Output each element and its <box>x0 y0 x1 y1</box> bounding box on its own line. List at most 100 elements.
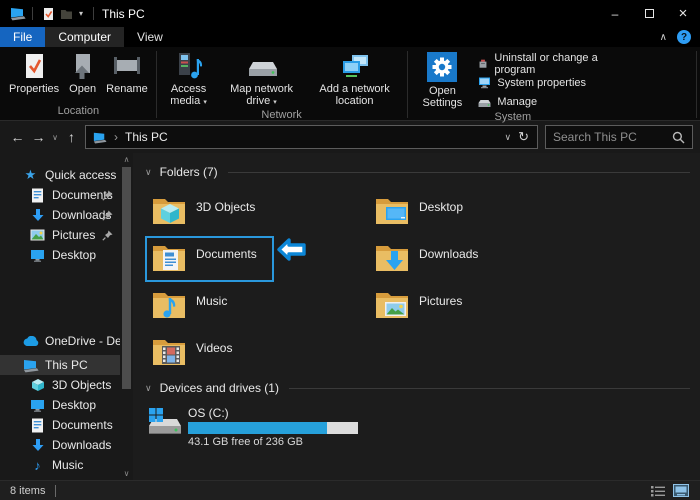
sidebar-item-desktop-2[interactable]: Desktop <box>0 395 133 415</box>
folder-tile-pictures[interactable]: Pictures <box>368 283 497 329</box>
close-button[interactable]: × <box>666 0 700 27</box>
breadcrumb-location[interactable]: This PC <box>125 130 168 144</box>
map-network-drive-button[interactable]: Map network drive ▾ <box>218 49 306 109</box>
ribbon-group-label-location: Location <box>4 105 153 120</box>
music-note-icon: ♪ <box>29 457 46 473</box>
refresh-icon[interactable]: ↻ <box>518 129 529 145</box>
open-settings-button[interactable]: Open Settings <box>410 49 474 109</box>
navigation-bar: ← → ∨ ↑ › This PC ∨ ↻ <box>0 121 700 153</box>
large-icons-view-button[interactable] <box>672 483 690 499</box>
drive-tile-os-c[interactable]: OS (C:) 43.1 GB free of 236 GB <box>145 406 690 448</box>
explorer-window: ▾ This PC – × File Computer View ∧ ? Pro… <box>0 0 700 500</box>
system-properties-button[interactable]: System properties <box>474 73 615 92</box>
items-count: 8 items <box>10 485 45 497</box>
status-divider <box>55 485 56 497</box>
back-button[interactable]: ← <box>7 129 28 145</box>
folder-3d-objects-icon <box>151 195 187 226</box>
help-icon[interactable]: ? <box>677 30 691 44</box>
recent-locations-caret-icon[interactable]: ∨ <box>49 133 61 142</box>
dropdown-caret-icon: ▾ <box>273 99 277 106</box>
manage-button[interactable]: Manage <box>474 92 615 111</box>
up-button[interactable]: ↑ <box>61 129 82 145</box>
folder-videos-icon <box>151 336 187 367</box>
maximize-button[interactable] <box>632 0 666 27</box>
ribbon-divider <box>696 51 697 118</box>
open-icon <box>69 52 96 80</box>
minimize-button[interactable]: – <box>598 0 632 27</box>
sidebar-item-documents-2[interactable]: Documents <box>0 415 133 435</box>
qat-customize-caret-icon[interactable]: ▾ <box>79 9 83 18</box>
3d-objects-cube-icon <box>29 377 46 393</box>
add-network-location-button[interactable]: Add a network location <box>306 49 404 107</box>
address-bar[interactable]: › This PC ∨ ↻ <box>85 125 538 149</box>
qat-properties-button[interactable] <box>39 5 57 23</box>
sidebar-item-downloads-2[interactable]: Downloads <box>0 435 133 455</box>
folder-tile-desktop[interactable]: Desktop <box>368 189 497 235</box>
scrollbar-thumb[interactable] <box>122 167 131 389</box>
collapse-chevron-icon[interactable]: ∨ <box>145 167 152 178</box>
folder-tile-downloads[interactable]: Downloads <box>368 236 497 282</box>
folder-tile-videos[interactable]: Videos <box>145 330 274 376</box>
folder-tile-3d-objects[interactable]: 3D Objects <box>145 189 274 235</box>
tab-computer[interactable]: Computer <box>45 27 124 47</box>
sidebar-item-documents[interactable]: Documents <box>0 185 133 205</box>
download-arrow-icon <box>29 437 46 453</box>
folder-label: Downloads <box>419 247 478 261</box>
sidebar-item-pictures[interactable]: Pictures <box>0 225 133 245</box>
forward-button[interactable]: → <box>28 129 49 145</box>
access-media-button[interactable]: Access media ▾ <box>160 49 218 109</box>
address-dropdown-caret-icon[interactable]: ∨ <box>505 132 512 143</box>
drive-usage-fill <box>188 422 327 434</box>
ribbon: Properties Open Rename Location Access m… <box>0 47 700 121</box>
drives-section-header[interactable]: ∨ Devices and drives (1) <box>145 379 690 397</box>
status-bar: 8 items <box>0 480 700 500</box>
sidebar-item-this-pc[interactable]: This PC <box>0 355 120 375</box>
sidebar-item-onedrive[interactable]: OneDrive - Dell Te <box>0 331 133 351</box>
search-icon[interactable] <box>672 131 685 144</box>
add-network-location-icon <box>339 52 371 80</box>
maximize-icon <box>645 9 654 18</box>
search-input[interactable] <box>553 130 672 144</box>
document-icon <box>29 417 46 433</box>
tab-view[interactable]: View <box>124 27 176 47</box>
folder-music-icon <box>151 289 187 320</box>
properties-button[interactable]: Properties <box>4 49 64 95</box>
rename-button[interactable]: Rename <box>101 49 153 95</box>
properties-icon <box>21 52 48 80</box>
ribbon-group-label-system: System <box>410 111 615 124</box>
collapse-chevron-icon[interactable]: ∨ <box>145 383 152 394</box>
scroll-down-icon[interactable]: ∨ <box>124 467 130 480</box>
sidebar-item-downloads[interactable]: Downloads <box>0 205 133 225</box>
uninstall-program-button[interactable]: Uninstall or change a program <box>474 54 615 73</box>
ribbon-group-network: Access media ▾ Map network drive ▾ Add a… <box>160 49 404 120</box>
content-pane: ∨ Folders (7) 3D Objects Desktop Documen… <box>133 153 700 480</box>
sidebar-item-music[interactable]: ♪ Music <box>0 455 133 475</box>
dropdown-caret-icon: ▾ <box>203 99 207 106</box>
sidebar-scrollbar[interactable]: ∧ ∨ <box>120 153 133 480</box>
folder-tile-music[interactable]: Music <box>145 283 274 329</box>
tab-file[interactable]: File <box>0 27 45 47</box>
navigation-pane: ★ Quick access Documents Downloads Pictu… <box>0 153 133 480</box>
os-drive-icon <box>145 406 183 436</box>
window-title: This PC <box>102 7 145 21</box>
details-view-button[interactable] <box>649 483 667 499</box>
qat-new-folder-button[interactable] <box>57 5 75 23</box>
folder-label: Music <box>196 294 227 308</box>
folder-documents-icon <box>151 242 187 273</box>
folder-tile-documents[interactable]: Documents <box>145 236 274 282</box>
folder-label: Videos <box>196 341 232 355</box>
section-rule <box>289 388 690 389</box>
sidebar-item-desktop[interactable]: Desktop <box>0 245 133 265</box>
breadcrumb-chevron-icon[interactable]: › <box>114 130 118 144</box>
sidebar-item-3d-objects[interactable]: 3D Objects <box>0 375 133 395</box>
open-button[interactable]: Open <box>64 49 101 95</box>
scroll-up-icon[interactable]: ∧ <box>124 153 130 166</box>
sidebar-item-quick-access[interactable]: ★ Quick access <box>0 165 133 185</box>
folders-section-header[interactable]: ∨ Folders (7) <box>145 163 690 181</box>
onedrive-cloud-icon <box>22 333 39 349</box>
pin-icon <box>102 190 113 204</box>
minimize-ribbon-icon[interactable]: ∧ <box>654 27 673 47</box>
folder-desktop-icon <box>374 195 410 226</box>
ribbon-divider <box>407 51 408 118</box>
titlebar-divider-2 <box>93 7 94 20</box>
